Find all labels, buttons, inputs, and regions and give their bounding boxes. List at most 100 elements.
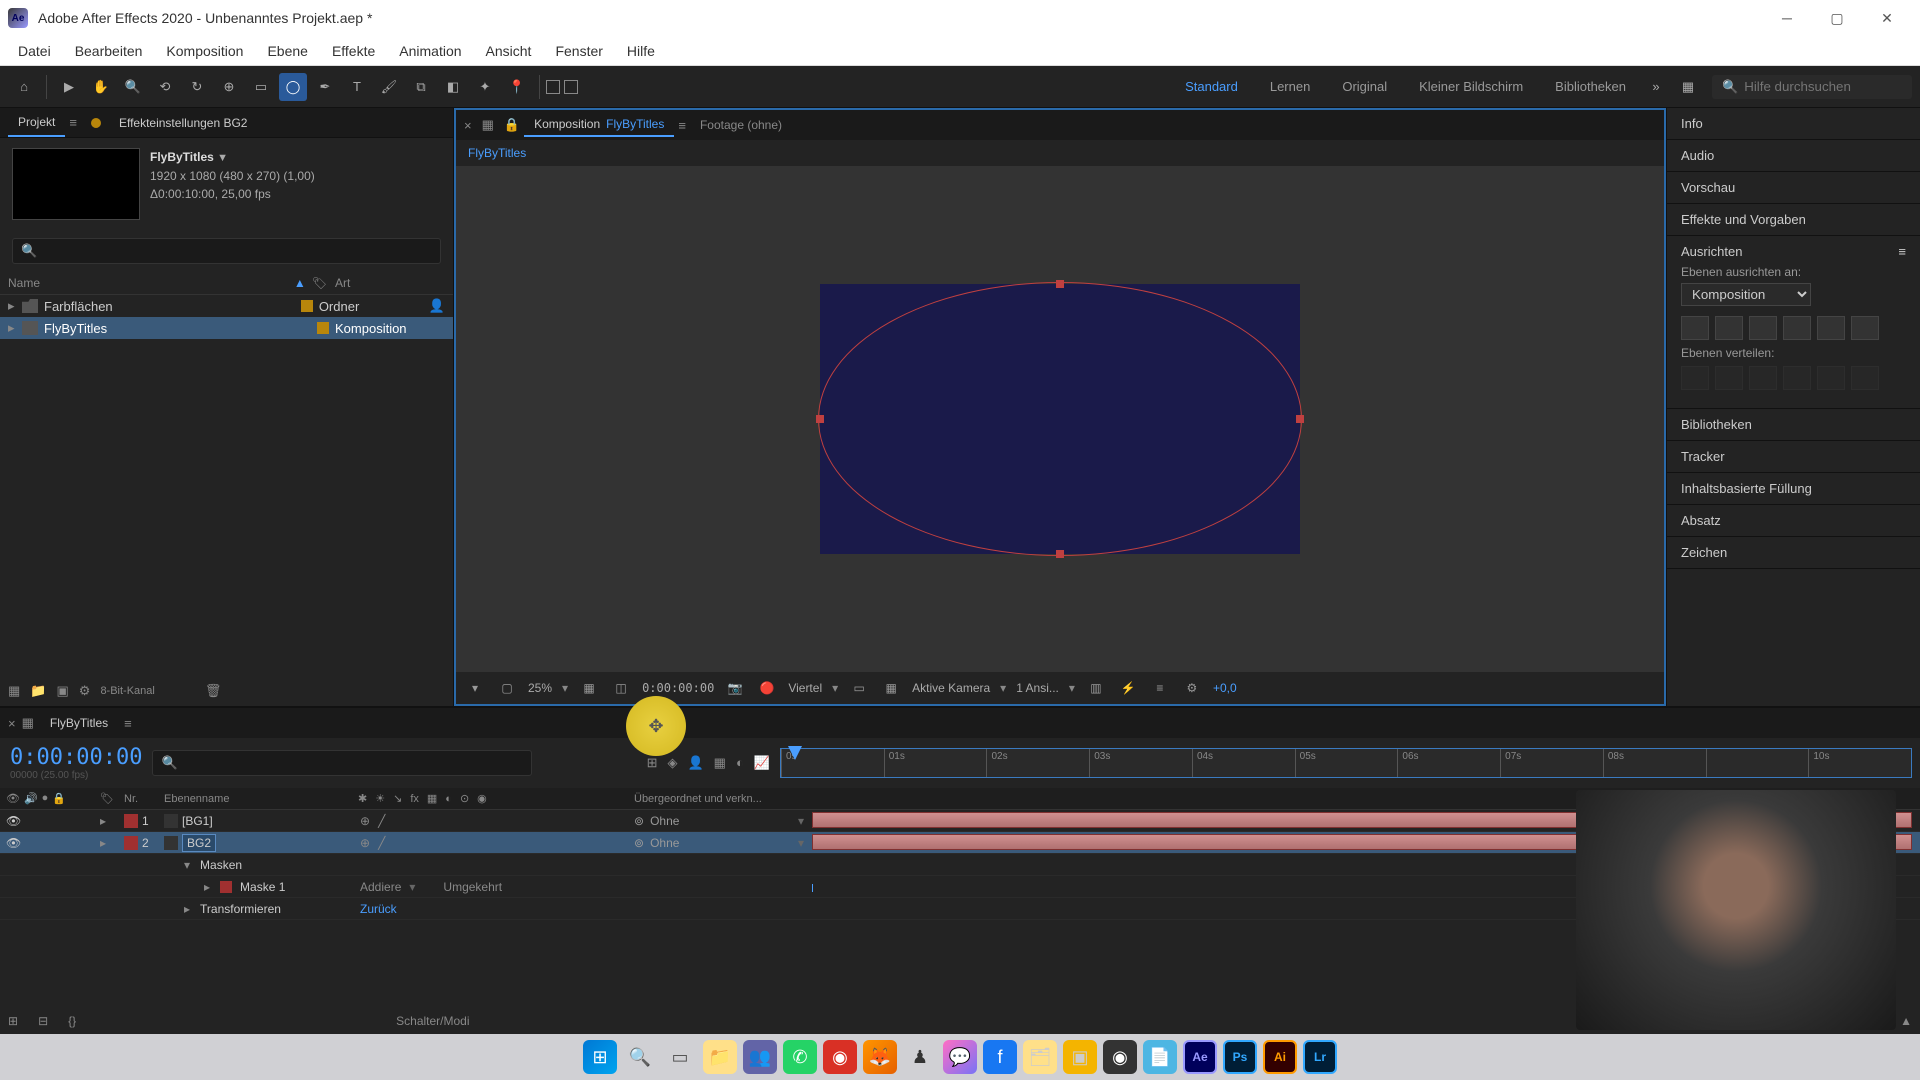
exposure-value[interactable]: +0,0 [1213,681,1237,695]
align-to-select[interactable]: Komposition [1681,283,1811,306]
effect-controls-tab[interactable]: Effekteinstellungen BG2 [109,110,258,136]
align-vcenter-button[interactable] [1817,316,1845,340]
align-hcenter-button[interactable] [1715,316,1743,340]
col-parent[interactable]: Übergeordnet und verkn... [634,793,804,805]
pan-behind-tool-icon[interactable]: ⊕ [215,73,243,101]
menu-fenster[interactable]: Fenster [543,39,614,63]
app-icon-2[interactable]: ♟ [903,1040,937,1074]
transparency-icon[interactable]: ▦ [880,677,902,699]
panel-info[interactable]: Info [1667,108,1920,140]
help-search-input[interactable] [1744,79,1902,94]
panel-inhaltsbasierte-füllung[interactable]: Inhaltsbasierte Füllung [1667,473,1920,505]
align-left-button[interactable] [1681,316,1709,340]
toggle-modes-icon[interactable]: ⊟ [38,1014,48,1028]
panel-bibliotheken[interactable]: Bibliotheken [1667,409,1920,441]
toggle-switches-icon[interactable]: ⊞ [8,1014,18,1028]
new-comp-icon[interactable]: ▣ [56,683,68,699]
menu-ebene[interactable]: Ebene [255,39,319,63]
selection-tool-icon[interactable]: ▶ [55,73,83,101]
col-type-header[interactable]: Art [335,276,445,290]
roto-tool-icon[interactable]: ✦ [471,73,499,101]
close-button[interactable]: ✕ [1862,0,1912,36]
project-item[interactable]: ▸FarbflächenOrdner👤 [0,295,453,317]
maximize-button[interactable]: ▢ [1812,0,1862,36]
mask-toggle-icon[interactable]: ◫ [610,677,632,699]
facebook-icon[interactable]: f [983,1040,1017,1074]
help-search[interactable]: 🔍 [1712,75,1912,99]
stroke-swatch[interactable] [564,80,578,94]
frame-blend-icon[interactable]: ▦ [714,755,726,771]
draft-3d-icon[interactable]: ◈ [667,755,677,771]
timeline-icon[interactable]: ≡ [1149,677,1171,699]
teams-icon[interactable]: 👥 [743,1040,777,1074]
panel-absatz[interactable]: Absatz [1667,505,1920,537]
grid-icon[interactable]: ▦ [578,677,600,699]
comp-tab[interactable]: Komposition FlyByTitles [524,113,674,137]
orbit-tool-icon[interactable]: ⟲ [151,73,179,101]
col-layer-name[interactable]: Ebenenname [164,793,354,805]
zoom-in-icon[interactable]: ▲ [1900,1014,1912,1028]
menu-bearbeiten[interactable]: Bearbeiten [63,39,155,63]
settings-icon[interactable]: ⚙ [79,683,91,699]
menu-datei[interactable]: Datei [6,39,63,63]
mask-handle-left[interactable] [816,415,824,423]
switches-modes-toggle[interactable]: Schalter/Modi [396,1014,469,1028]
firefox-icon[interactable]: 🦊 [863,1040,897,1074]
display-icon[interactable]: ▢ [496,677,518,699]
menu-hilfe[interactable]: Hilfe [615,39,667,63]
panel-audio[interactable]: Audio [1667,140,1920,172]
camera-select[interactable]: Aktive Kamera [912,681,990,695]
after-effects-icon[interactable]: Ae [1183,1040,1217,1074]
workspace-original[interactable]: Original [1328,73,1401,100]
mask-ellipse[interactable] [818,282,1302,556]
project-tab[interactable]: Projekt [8,109,65,137]
workspace-lernen[interactable]: Lernen [1256,73,1324,100]
menu-ansicht[interactable]: Ansicht [474,39,544,63]
comp-breadcrumb[interactable]: FlyByTitles [456,140,1664,166]
comp-mini-flowchart-icon[interactable]: ⊞ [647,755,658,771]
hand-tool-icon[interactable]: ✋ [87,73,115,101]
app-icon-3[interactable]: ▣ [1063,1040,1097,1074]
notepad-icon[interactable]: 📄 [1143,1040,1177,1074]
flowchart-icon[interactable]: ⚙ [1181,677,1203,699]
puppet-tool-icon[interactable]: 📍 [503,73,531,101]
bpc-label[interactable]: 8-Bit-Kanal [100,685,154,697]
workspace-bibliotheken[interactable]: Bibliotheken [1541,73,1640,100]
fill-swatch[interactable] [546,80,560,94]
shy-icon[interactable]: 👤 [687,755,703,771]
panel-tracker[interactable]: Tracker [1667,441,1920,473]
lightroom-icon[interactable]: Lr [1303,1040,1337,1074]
eraser-tool-icon[interactable]: ◧ [439,73,467,101]
col-nr[interactable]: Nr. [124,793,164,805]
workspace-reset-icon[interactable]: ▦ [1674,73,1702,101]
app-icon[interactable]: ◉ [823,1040,857,1074]
menu-komposition[interactable]: Komposition [154,39,255,63]
align-top-button[interactable] [1783,316,1811,340]
clone-tool-icon[interactable]: ⧉ [407,73,435,101]
search-taskbar-icon[interactable]: 🔍 [623,1040,657,1074]
align-bottom-button[interactable] [1851,316,1879,340]
obs-icon[interactable]: ◉ [1103,1040,1137,1074]
views-select[interactable]: 1 Ansi... [1016,681,1059,695]
menu-effekte[interactable]: Effekte [320,39,387,63]
home-icon[interactable]: ⌂ [10,73,38,101]
workspace-kleiner bildschirm[interactable]: Kleiner Bildschirm [1405,73,1537,100]
motion-blur-icon[interactable]: ◐ [736,755,744,771]
time-ruler[interactable]: 0s01s02s03s04s05s06s07s08s10s [780,748,1912,778]
mask-handle-bottom[interactable] [1056,550,1064,558]
zoom-tool-icon[interactable]: 🔍 [119,73,147,101]
current-timecode[interactable]: 0:00:00:00 [10,745,142,770]
col-name-header[interactable]: Name [8,276,294,290]
pixel-aspect-icon[interactable]: ▥ [1085,677,1107,699]
footage-tab[interactable]: Footage (ohne) [690,114,792,136]
rotate-tool-icon[interactable]: ↻ [183,73,211,101]
graph-editor-icon[interactable]: 📈 [754,755,770,771]
task-view-icon[interactable]: ▭ [663,1040,697,1074]
resolution-select[interactable]: Viertel [788,681,822,695]
rectangle-tool-icon[interactable]: ▭ [247,73,275,101]
timeline-search[interactable]: 🔍 [152,750,532,776]
type-tool-icon[interactable]: T [343,73,371,101]
toggle-parent-icon[interactable]: {} [68,1014,76,1028]
panel-zeichen[interactable]: Zeichen [1667,537,1920,569]
project-item[interactable]: ▸FlyByTitlesKomposition [0,317,453,339]
